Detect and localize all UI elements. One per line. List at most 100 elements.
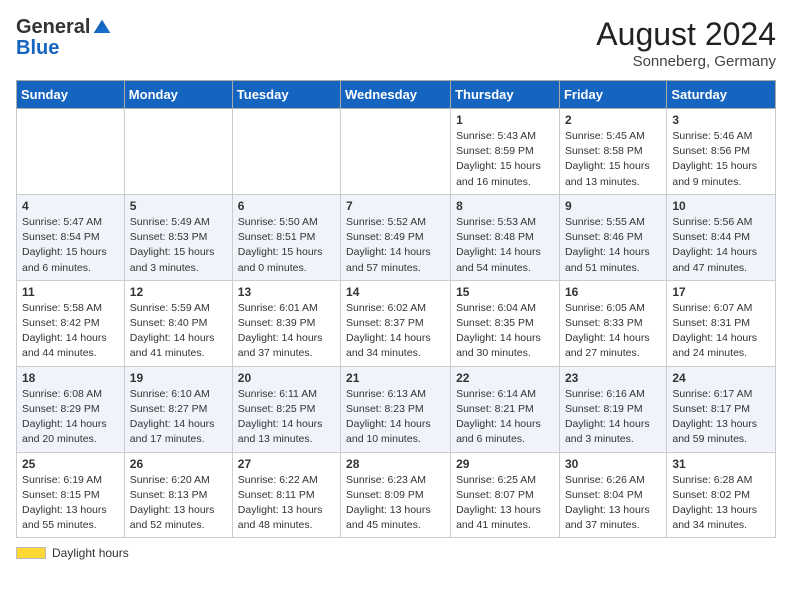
day-number: 1 bbox=[456, 113, 554, 127]
calendar-cell: 19Sunrise: 6:10 AM Sunset: 8:27 PM Dayli… bbox=[124, 366, 232, 452]
day-info: Sunrise: 5:58 AM Sunset: 8:42 PM Dayligh… bbox=[22, 301, 119, 362]
day-number: 11 bbox=[22, 285, 119, 299]
calendar-cell: 29Sunrise: 6:25 AM Sunset: 8:07 PM Dayli… bbox=[451, 452, 560, 538]
day-info: Sunrise: 6:13 AM Sunset: 8:23 PM Dayligh… bbox=[346, 387, 445, 448]
calendar-week-row: 18 Sunrise: 6:08 AM Sunset: 8:29 PM Dayli… bbox=[17, 366, 776, 452]
day-info: Sunrise: 5:52 AM Sunset: 8:49 PM Dayligh… bbox=[346, 215, 445, 276]
calendar-day-header: Saturday bbox=[667, 81, 776, 109]
day-number: 26 bbox=[130, 457, 227, 471]
calendar-footer: Daylight hours bbox=[16, 546, 776, 560]
calendar-cell: 3Sunrise: 5:46 AM Sunset: 8:56 PM Daylig… bbox=[667, 109, 776, 195]
day-info: Sunrise: 6:23 AM Sunset: 8:09 PM Dayligh… bbox=[346, 473, 445, 534]
calendar-cell: 9Sunrise: 5:55 AM Sunset: 8:46 PM Daylig… bbox=[559, 194, 666, 280]
month-year-title: August 2024 bbox=[596, 16, 776, 53]
day-number: 28 bbox=[346, 457, 445, 471]
calendar-cell: 7 Sunrise: 5:52 AM Sunset: 8:49 PM Daylig… bbox=[341, 194, 451, 280]
day-number: 15 bbox=[456, 285, 554, 299]
calendar-cell: 17Sunrise: 6:07 AM Sunset: 8:31 PM Dayli… bbox=[667, 280, 776, 366]
day-info: Sunrise: 6:01 AM Sunset: 8:39 PM Dayligh… bbox=[238, 301, 335, 362]
day-number: 5 bbox=[130, 199, 227, 213]
daylight-label: Daylight hours bbox=[52, 546, 129, 560]
day-number: 16 bbox=[565, 285, 661, 299]
calendar-cell: 31 Sunrise: 6:28 AM Sunset: 8:02 PM Dayli… bbox=[667, 452, 776, 538]
calendar-cell bbox=[17, 109, 125, 195]
day-number: 8 bbox=[456, 199, 554, 213]
day-info: Sunrise: 5:53 AM Sunset: 8:48 PM Dayligh… bbox=[456, 215, 554, 276]
day-number: 23 bbox=[565, 371, 661, 385]
day-info: Sunrise: 5:50 AM Sunset: 8:51 PM Dayligh… bbox=[238, 215, 335, 276]
calendar-day-header: Thursday bbox=[451, 81, 560, 109]
day-info: Sunrise: 6:02 AM Sunset: 8:37 PM Dayligh… bbox=[346, 301, 445, 362]
day-number: 30 bbox=[565, 457, 661, 471]
day-number: 7 bbox=[346, 199, 445, 213]
calendar-cell: 26 Sunrise: 6:20 AM Sunset: 8:13 PM Dayli… bbox=[124, 452, 232, 538]
day-number: 24 bbox=[672, 371, 770, 385]
calendar-table: SundayMondayTuesdayWednesdayThursdayFrid… bbox=[16, 80, 776, 538]
day-number: 22 bbox=[456, 371, 554, 385]
day-info: Sunrise: 6:10 AM Sunset: 8:27 PM Dayligh… bbox=[130, 387, 227, 448]
day-number: 31 bbox=[672, 457, 770, 471]
calendar-header-row: SundayMondayTuesdayWednesdayThursdayFrid… bbox=[17, 81, 776, 109]
day-info: Sunrise: 6:28 AM Sunset: 8:02 PM Dayligh… bbox=[672, 473, 770, 534]
calendar-cell: 1 Sunrise: 5:43 AM Sunset: 8:59 PM Daylig… bbox=[451, 109, 560, 195]
day-info: Sunrise: 6:20 AM Sunset: 8:13 PM Dayligh… bbox=[130, 473, 227, 534]
logo-icon bbox=[92, 18, 112, 38]
day-number: 21 bbox=[346, 371, 445, 385]
calendar-week-row: 4 Sunrise: 5:47 AM Sunset: 8:54 PM Daylig… bbox=[17, 194, 776, 280]
calendar-cell: 25Sunrise: 6:19 AM Sunset: 8:15 PM Dayli… bbox=[17, 452, 125, 538]
day-info: Sunrise: 5:56 AM Sunset: 8:44 PM Dayligh… bbox=[672, 215, 770, 276]
calendar-day-header: Monday bbox=[124, 81, 232, 109]
day-number: 6 bbox=[238, 199, 335, 213]
title-block: August 2024 Sonneberg, Germany bbox=[596, 16, 776, 70]
calendar-cell: 28 Sunrise: 6:23 AM Sunset: 8:09 PM Dayli… bbox=[341, 452, 451, 538]
location-subtitle: Sonneberg, Germany bbox=[596, 53, 776, 70]
day-info: Sunrise: 6:25 AM Sunset: 8:07 PM Dayligh… bbox=[456, 473, 554, 534]
calendar-day-header: Sunday bbox=[17, 81, 125, 109]
day-number: 3 bbox=[672, 113, 770, 127]
page-header: General Blue August 2024 Sonneberg, Germ… bbox=[16, 16, 776, 70]
calendar-cell: 27 Sunrise: 6:22 AM Sunset: 8:11 PM Dayli… bbox=[232, 452, 340, 538]
day-info: Sunrise: 6:19 AM Sunset: 8:15 PM Dayligh… bbox=[22, 473, 119, 534]
calendar-cell: 30Sunrise: 6:26 AM Sunset: 8:04 PM Dayli… bbox=[559, 452, 666, 538]
calendar-week-row: 25Sunrise: 6:19 AM Sunset: 8:15 PM Dayli… bbox=[17, 452, 776, 538]
calendar-cell: 20 Sunrise: 6:11 AM Sunset: 8:25 PM Dayli… bbox=[232, 366, 340, 452]
day-info: Sunrise: 6:08 AM Sunset: 8:29 PM Dayligh… bbox=[22, 387, 119, 448]
day-info: Sunrise: 5:45 AM Sunset: 8:58 PM Dayligh… bbox=[565, 129, 661, 190]
day-number: 14 bbox=[346, 285, 445, 299]
calendar-cell: 2Sunrise: 5:45 AM Sunset: 8:58 PM Daylig… bbox=[559, 109, 666, 195]
day-number: 27 bbox=[238, 457, 335, 471]
calendar-cell: 23 Sunrise: 6:16 AM Sunset: 8:19 PM Dayli… bbox=[559, 366, 666, 452]
calendar-week-row: 1 Sunrise: 5:43 AM Sunset: 8:59 PM Daylig… bbox=[17, 109, 776, 195]
day-info: Sunrise: 6:22 AM Sunset: 8:11 PM Dayligh… bbox=[238, 473, 335, 534]
calendar-day-header: Tuesday bbox=[232, 81, 340, 109]
logo-blue-text: Blue bbox=[16, 37, 59, 60]
day-number: 13 bbox=[238, 285, 335, 299]
logo-general-text: General bbox=[16, 16, 90, 39]
calendar-cell: 21 Sunrise: 6:13 AM Sunset: 8:23 PM Dayli… bbox=[341, 366, 451, 452]
day-info: Sunrise: 6:07 AM Sunset: 8:31 PM Dayligh… bbox=[672, 301, 770, 362]
day-number: 10 bbox=[672, 199, 770, 213]
day-number: 12 bbox=[130, 285, 227, 299]
calendar-cell: 22 Sunrise: 6:14 AM Sunset: 8:21 PM Dayli… bbox=[451, 366, 560, 452]
day-info: Sunrise: 6:17 AM Sunset: 8:17 PM Dayligh… bbox=[672, 387, 770, 448]
day-info: Sunrise: 6:11 AM Sunset: 8:25 PM Dayligh… bbox=[238, 387, 335, 448]
day-info: Sunrise: 6:14 AM Sunset: 8:21 PM Dayligh… bbox=[456, 387, 554, 448]
calendar-week-row: 11 Sunrise: 5:58 AM Sunset: 8:42 PM Dayli… bbox=[17, 280, 776, 366]
calendar-cell: 16Sunrise: 6:05 AM Sunset: 8:33 PM Dayli… bbox=[559, 280, 666, 366]
day-info: Sunrise: 5:47 AM Sunset: 8:54 PM Dayligh… bbox=[22, 215, 119, 276]
calendar-day-header: Wednesday bbox=[341, 81, 451, 109]
calendar-cell: 5Sunrise: 5:49 AM Sunset: 8:53 PM Daylig… bbox=[124, 194, 232, 280]
day-number: 18 bbox=[22, 371, 119, 385]
calendar-cell bbox=[124, 109, 232, 195]
calendar-cell: 4 Sunrise: 5:47 AM Sunset: 8:54 PM Daylig… bbox=[17, 194, 125, 280]
day-info: Sunrise: 6:16 AM Sunset: 8:19 PM Dayligh… bbox=[565, 387, 661, 448]
daylight-legend: Daylight hours bbox=[16, 546, 129, 560]
day-number: 4 bbox=[22, 199, 119, 213]
calendar-cell bbox=[232, 109, 340, 195]
calendar-cell: 6 Sunrise: 5:50 AM Sunset: 8:51 PM Daylig… bbox=[232, 194, 340, 280]
day-info: Sunrise: 5:59 AM Sunset: 8:40 PM Dayligh… bbox=[130, 301, 227, 362]
calendar-cell: 24 Sunrise: 6:17 AM Sunset: 8:17 PM Dayli… bbox=[667, 366, 776, 452]
day-number: 9 bbox=[565, 199, 661, 213]
day-number: 20 bbox=[238, 371, 335, 385]
day-info: Sunrise: 5:43 AM Sunset: 8:59 PM Dayligh… bbox=[456, 129, 554, 190]
